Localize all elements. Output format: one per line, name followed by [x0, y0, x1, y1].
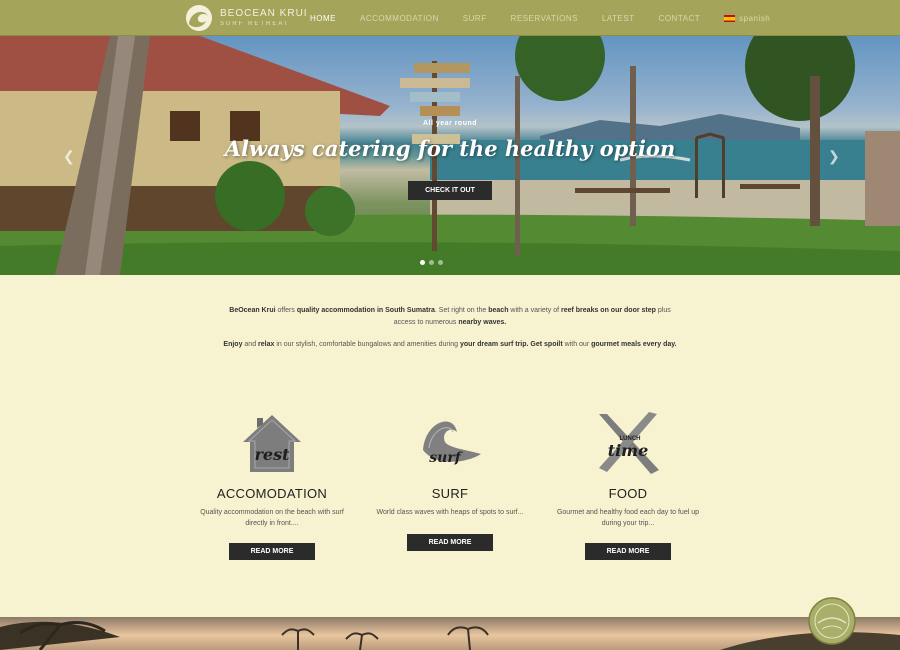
nav-latest[interactable]: LATEST — [590, 14, 647, 23]
sunset-palms-image — [0, 617, 900, 650]
navbar: BEOCEAN KRUI SURF RETREAT HOME ACCOMMODA… — [0, 0, 900, 36]
check-it-out-button[interactable]: CHECK IT OUT — [408, 181, 492, 200]
intro-paragraph-2: Enjoy and relax in our stylish, comforta… — [223, 341, 677, 348]
hero-slider: ❮ ❯ All year round Always catering for t… — [0, 36, 900, 275]
fork-knife-lunch-icon: LUNCH time — [599, 412, 659, 474]
feature-text: World class waves with heaps of spots to… — [376, 509, 524, 516]
retreat-seal-icon[interactable] — [808, 597, 856, 645]
feature-title: FOOD — [608, 486, 648, 501]
intro-paragraph-1: BeOcean Krui offers quality accommodatio… — [229, 307, 671, 326]
palm-silhouettes — [0, 621, 900, 650]
read-more-button[interactable]: READ MORE — [407, 534, 493, 551]
slider-dot[interactable] — [420, 260, 425, 265]
language-label: spanish — [739, 13, 771, 23]
feature-text: Quality accommodation on the beach with … — [200, 509, 344, 527]
slider-dot[interactable] — [429, 260, 434, 265]
nav-reservations[interactable]: RESERVATIONS — [499, 14, 590, 23]
logo-tagline: SURF RETREAT — [220, 21, 290, 27]
feature-accommodation: rest ACCOMODATION Quality accommodation … — [187, 410, 357, 560]
slider-dots — [420, 260, 443, 265]
spain-flag-icon — [724, 14, 736, 22]
time-icon-label: time — [608, 441, 649, 460]
nav-home[interactable]: HOME — [310, 14, 348, 23]
feature-surf: surf SURF World class waves with heaps o… — [365, 410, 535, 551]
nav-surf[interactable]: SURF — [451, 14, 499, 23]
hero-title: Always catering for the healthy option — [224, 136, 676, 161]
nav-contact[interactable]: CONTACT — [647, 14, 713, 23]
language-switch[interactable]: spanish — [712, 14, 782, 23]
main-nav: HOME ACCOMMODATION SURF RESERVATIONS LAT… — [310, 0, 782, 36]
read-more-button[interactable]: READ MORE — [585, 543, 671, 560]
logo-wave-icon — [186, 5, 212, 31]
feature-text: Gourmet and healthy food each day to fue… — [556, 509, 700, 527]
surf-icon-label: surf — [429, 450, 463, 466]
logo-name: BEOCEAN KRUI — [220, 8, 308, 19]
slider-dot[interactable] — [438, 260, 443, 265]
feature-title: SURF — [431, 486, 469, 501]
hero-kicker: All year round — [422, 120, 478, 127]
intro-text: BeOcean Krui offers quality accommodatio… — [220, 305, 680, 361]
read-more-button[interactable]: READ MORE — [229, 543, 315, 560]
rest-icon-label: rest — [254, 445, 290, 464]
logo[interactable]: BEOCEAN KRUI SURF RETREAT — [184, 4, 308, 32]
feature-title: ACCOMODATION — [216, 486, 328, 501]
wave-surf-icon: surf — [423, 421, 481, 466]
house-rest-icon: rest — [243, 415, 301, 472]
feature-food: LUNCH time FOOD Gourmet and healthy food… — [543, 410, 713, 560]
nav-accommodation[interactable]: ACCOMMODATION — [348, 14, 451, 23]
